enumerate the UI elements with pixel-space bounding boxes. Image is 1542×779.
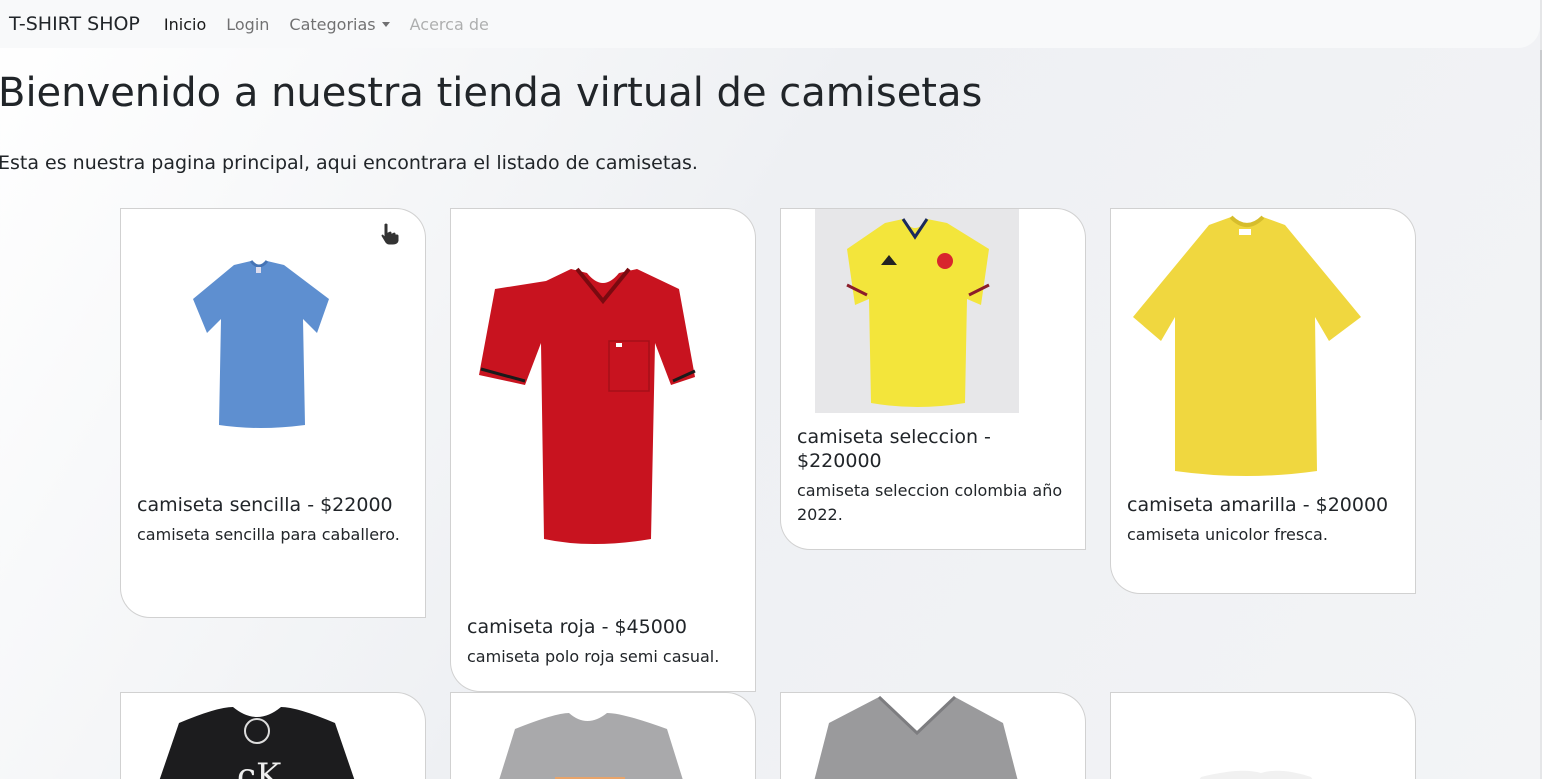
product-card[interactable] bbox=[780, 692, 1086, 779]
top-navbar: T-SHIRT SHOP Inicio Login Categorias Ace… bbox=[0, 0, 1540, 48]
tshirt-image-gray-print bbox=[499, 713, 683, 779]
tshirt-image-gray-vneck bbox=[814, 695, 1018, 779]
product-image[interactable] bbox=[1111, 209, 1415, 493]
product-image[interactable] bbox=[451, 209, 755, 615]
nav-dropdown-label: Categorias bbox=[289, 14, 376, 34]
jersey-image-colombia bbox=[815, 209, 1019, 413]
product-card[interactable]: camiseta seleccion - $220000 camiseta se… bbox=[780, 208, 1086, 550]
product-card[interactable]: cK bbox=[120, 692, 426, 779]
page-subtitle: Esta es nuestra pagina principal, aqui e… bbox=[0, 152, 698, 174]
nav-link-login[interactable]: Login bbox=[226, 15, 269, 34]
product-title: camiseta roja - $45000 bbox=[467, 616, 688, 638]
product-description: camiseta seleccion colombia año 2022. bbox=[797, 481, 1063, 524]
nav-dropdown-categorias[interactable]: Categorias bbox=[289, 14, 390, 34]
product-image[interactable] bbox=[781, 209, 1085, 425]
product-card[interactable]: camiseta sencilla - $22000 camiseta senc… bbox=[120, 208, 426, 618]
product-card[interactable] bbox=[1110, 692, 1416, 779]
nav-link-inicio[interactable]: Inicio bbox=[164, 15, 206, 34]
product-title: camiseta amarilla - $20000 bbox=[1127, 494, 1389, 516]
tshirt-image-light-blue bbox=[193, 260, 329, 428]
tshirt-image-black: cK bbox=[159, 707, 355, 779]
product-title: camiseta sencilla - $22000 bbox=[137, 494, 393, 516]
product-description: camiseta sencilla para caballero. bbox=[137, 525, 400, 544]
product-title: camiseta seleccion - $220000 bbox=[797, 426, 991, 472]
polo-shirt-image-red bbox=[479, 267, 696, 544]
tshirt-image-yellow bbox=[1133, 215, 1361, 476]
product-card[interactable]: camiseta roja - $45000 camiseta polo roj… bbox=[450, 208, 756, 692]
nav-link-acerca-de: Acerca de bbox=[409, 14, 489, 34]
product-card[interactable]: camiseta amarilla - $20000 camiseta unic… bbox=[1110, 208, 1416, 594]
brand-logo-text[interactable]: T-SHIRT SHOP bbox=[9, 13, 140, 35]
tshirt-image-white bbox=[1199, 770, 1313, 779]
product-description: camiseta unicolor fresca. bbox=[1127, 525, 1328, 544]
product-description: camiseta polo roja semi casual. bbox=[467, 647, 720, 666]
product-card[interactable] bbox=[450, 692, 756, 779]
hand-pointer-cursor-icon bbox=[380, 222, 400, 246]
product-image[interactable] bbox=[121, 209, 425, 493]
svg-text:cK: cK bbox=[237, 756, 282, 779]
page-title: Bienvenido a nuestra tienda virtual de c… bbox=[0, 70, 983, 116]
chevron-down-icon bbox=[381, 21, 390, 27]
